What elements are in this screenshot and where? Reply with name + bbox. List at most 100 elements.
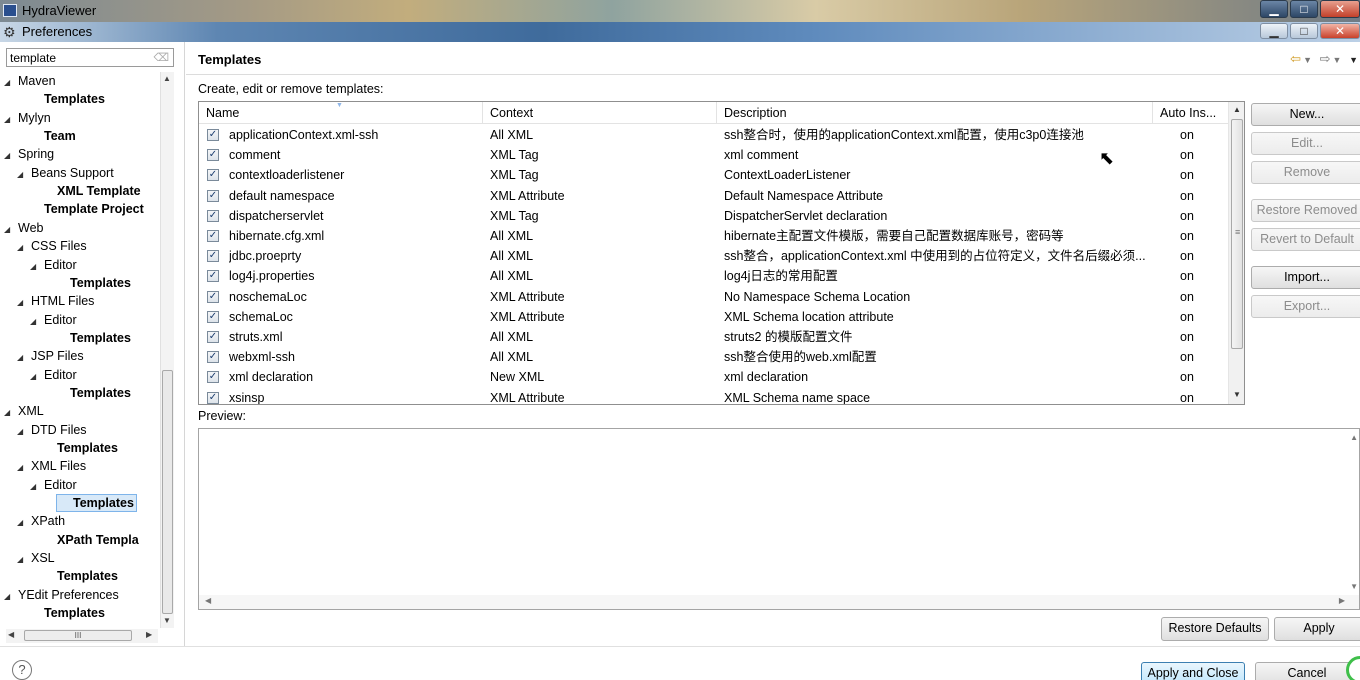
table-row[interactable]: ✓ noschemaLoc XML Attribute No Namespace Sc… [199,287,1229,307]
enabled-checkbox[interactable]: ✓ [207,149,219,162]
tree-hscroll-thumb[interactable]: III [24,630,132,641]
tree-item[interactable]: ◢ Editor [30,256,77,274]
expand-chevron-icon[interactable]: ◢ [30,368,44,386]
scroll-up-icon[interactable]: ▲ [1233,105,1241,114]
scroll-right-icon[interactable]: ▶ [146,630,152,639]
enabled-checkbox[interactable]: ✓ [207,129,219,141]
forward-menu-chevron-down-icon[interactable]: ▼ [1333,55,1344,65]
remove-button[interactable]: Remove [1251,161,1360,184]
clear-filter-icon[interactable]: ⌫ [153,51,169,64]
maximize-icon[interactable]: □ [1290,23,1318,39]
table-row[interactable]: ✓ hibernate.cfg.xml All XML hibernate主配置文件模… [199,226,1229,246]
apply-and-close-button[interactable]: Apply and Close [1141,662,1245,680]
column-header-context[interactable]: Context [483,102,717,124]
tree-item[interactable]: ◢ XSL [17,549,55,567]
tree-item[interactable]: ◢ Editor [30,311,77,329]
back-menu-chevron-down-icon[interactable]: ▼ [1303,55,1314,65]
expand-chevron-icon[interactable]: ◢ [4,147,18,165]
tree-item[interactable]: ◢ Mylyn [4,109,51,127]
tree-vertical-scrollbar[interactable]: ▲ ▼ [160,72,174,628]
tree-item[interactable]: ◢ Editor [30,476,77,494]
minimize-icon[interactable]: ▁ [1260,0,1288,18]
tree-item[interactable]: Team [30,127,76,145]
expand-chevron-icon[interactable]: ◢ [17,349,31,367]
enabled-checkbox[interactable]: ✓ [207,290,219,303]
table-row[interactable]: ✓ struts.xml All XML struts2 的模版配置文件 on [199,327,1229,347]
expand-chevron-icon[interactable]: ◢ [30,478,44,496]
tree-item[interactable]: ◢ HTML Files [17,292,94,310]
expand-chevron-icon[interactable]: ◢ [17,551,31,569]
scroll-left-icon[interactable]: ◀ [8,630,14,639]
scroll-down-icon[interactable]: ▼ [1350,582,1358,591]
table-row[interactable]: ✓ comment XML Tag xml comment on [199,145,1229,165]
tree-item[interactable]: Templates [56,384,131,402]
expand-chevron-icon[interactable]: ◢ [17,514,31,532]
forward-arrow-icon[interactable]: ⇨ [1320,51,1333,66]
close-icon[interactable]: ✕ [1320,23,1360,39]
apply-button[interactable]: Apply [1274,617,1360,641]
tree-item[interactable]: Template Project [30,200,144,218]
tree-item[interactable]: ◢ Beans Support [17,164,114,182]
tree-item[interactable]: Templates [43,439,118,457]
scroll-down-icon[interactable]: ▼ [163,616,171,625]
enabled-checkbox[interactable]: ✓ [207,331,219,343]
scroll-down-icon[interactable]: ▼ [1233,390,1241,399]
scroll-right-icon[interactable]: ▶ [1339,596,1345,605]
expand-chevron-icon[interactable]: ◢ [17,423,31,441]
expand-chevron-icon[interactable]: ◢ [30,313,44,331]
expand-chevron-icon[interactable]: ◢ [4,404,18,422]
cancel-button[interactable]: Cancel [1255,662,1359,680]
tree-scroll-thumb[interactable] [162,370,173,614]
tree-item[interactable]: Templates [43,567,118,585]
tree-item[interactable]: ◢ YEdit Preferences [4,586,119,604]
tree-item[interactable]: XML Template [43,182,141,200]
tree-item[interactable]: Templates [30,90,105,108]
tree-item[interactable]: ◢ Web [4,219,43,237]
restore-removed-button[interactable]: Restore Removed [1251,199,1360,222]
tree-item[interactable]: ◢ CSS Files [17,237,87,255]
tree-item[interactable]: Templates [56,329,131,347]
import-button[interactable]: Import... [1251,266,1360,289]
expand-chevron-icon[interactable]: ◢ [17,166,31,184]
enabled-checkbox[interactable]: ✓ [207,169,219,182]
tree-item-selected[interactable]: Templates [56,494,137,513]
revert-to-default-button[interactable]: Revert to Default [1251,228,1360,251]
restore-defaults-button[interactable]: Restore Defaults [1161,617,1269,641]
tree-item[interactable]: ◢ Spring [4,145,54,163]
tree-item[interactable]: ◢ JSP Files [17,347,84,365]
filter-input[interactable] [7,49,147,66]
tree-item[interactable]: ◢ DTD Files [17,421,87,439]
table-row[interactable]: ✓ webxml-ssh All XML ssh整合使用的web.xml配置 on [199,347,1229,367]
scroll-up-icon[interactable]: ▲ [1350,433,1358,442]
expand-chevron-icon[interactable]: ◢ [4,221,18,239]
table-scroll-thumb[interactable]: ≡ [1231,119,1243,349]
tree-item[interactable]: XPath Templa [43,531,139,549]
enabled-checkbox[interactable]: ✓ [207,310,219,323]
enabled-checkbox[interactable]: ✓ [207,209,219,222]
expand-chevron-icon[interactable]: ◢ [4,74,18,92]
scroll-left-icon[interactable]: ◀ [205,596,211,605]
tree-item[interactable]: Templates [56,274,131,292]
help-icon[interactable]: ? [12,660,32,680]
expand-chevron-icon[interactable]: ◢ [30,258,44,276]
edit-button[interactable]: Edit... [1251,132,1360,155]
enabled-checkbox[interactable]: ✓ [207,250,219,263]
export-button[interactable]: Export... [1251,295,1360,318]
table-row[interactable]: ✓ schemaLoc XML Attribute XML Schema locati… [199,307,1229,327]
table-vertical-scrollbar[interactable]: ▲ ≡ ▼ [1228,102,1244,404]
table-row[interactable]: ✓ dispatcherservlet XML Tag DispatcherServl… [199,206,1229,226]
expand-chevron-icon[interactable]: ◢ [4,588,18,606]
table-row[interactable]: ✓ contextloaderlistener XML Tag ContextLoad… [199,165,1229,185]
enabled-checkbox[interactable]: ✓ [207,230,219,242]
enabled-checkbox[interactable]: ✓ [207,189,219,202]
preview-area[interactable]: ▲ ▼ ◀ ▶ [198,428,1360,610]
enabled-checkbox[interactable]: ✓ [207,351,219,364]
expand-chevron-icon[interactable]: ◢ [17,239,31,257]
table-row[interactable]: ✓ log4j.properties All XML log4j日志的常用配置 on [199,266,1229,286]
expand-chevron-icon[interactable]: ◢ [4,111,18,129]
expand-chevron-icon[interactable]: ◢ [17,294,31,312]
table-row[interactable]: ✓ default namespace XML Attribute Default N… [199,186,1229,206]
maximize-icon[interactable]: □ [1290,0,1318,18]
tree-item[interactable]: ◢ XML [4,402,44,420]
preview-horizontal-scrollbar[interactable]: ◀ ▶ [199,595,1359,609]
